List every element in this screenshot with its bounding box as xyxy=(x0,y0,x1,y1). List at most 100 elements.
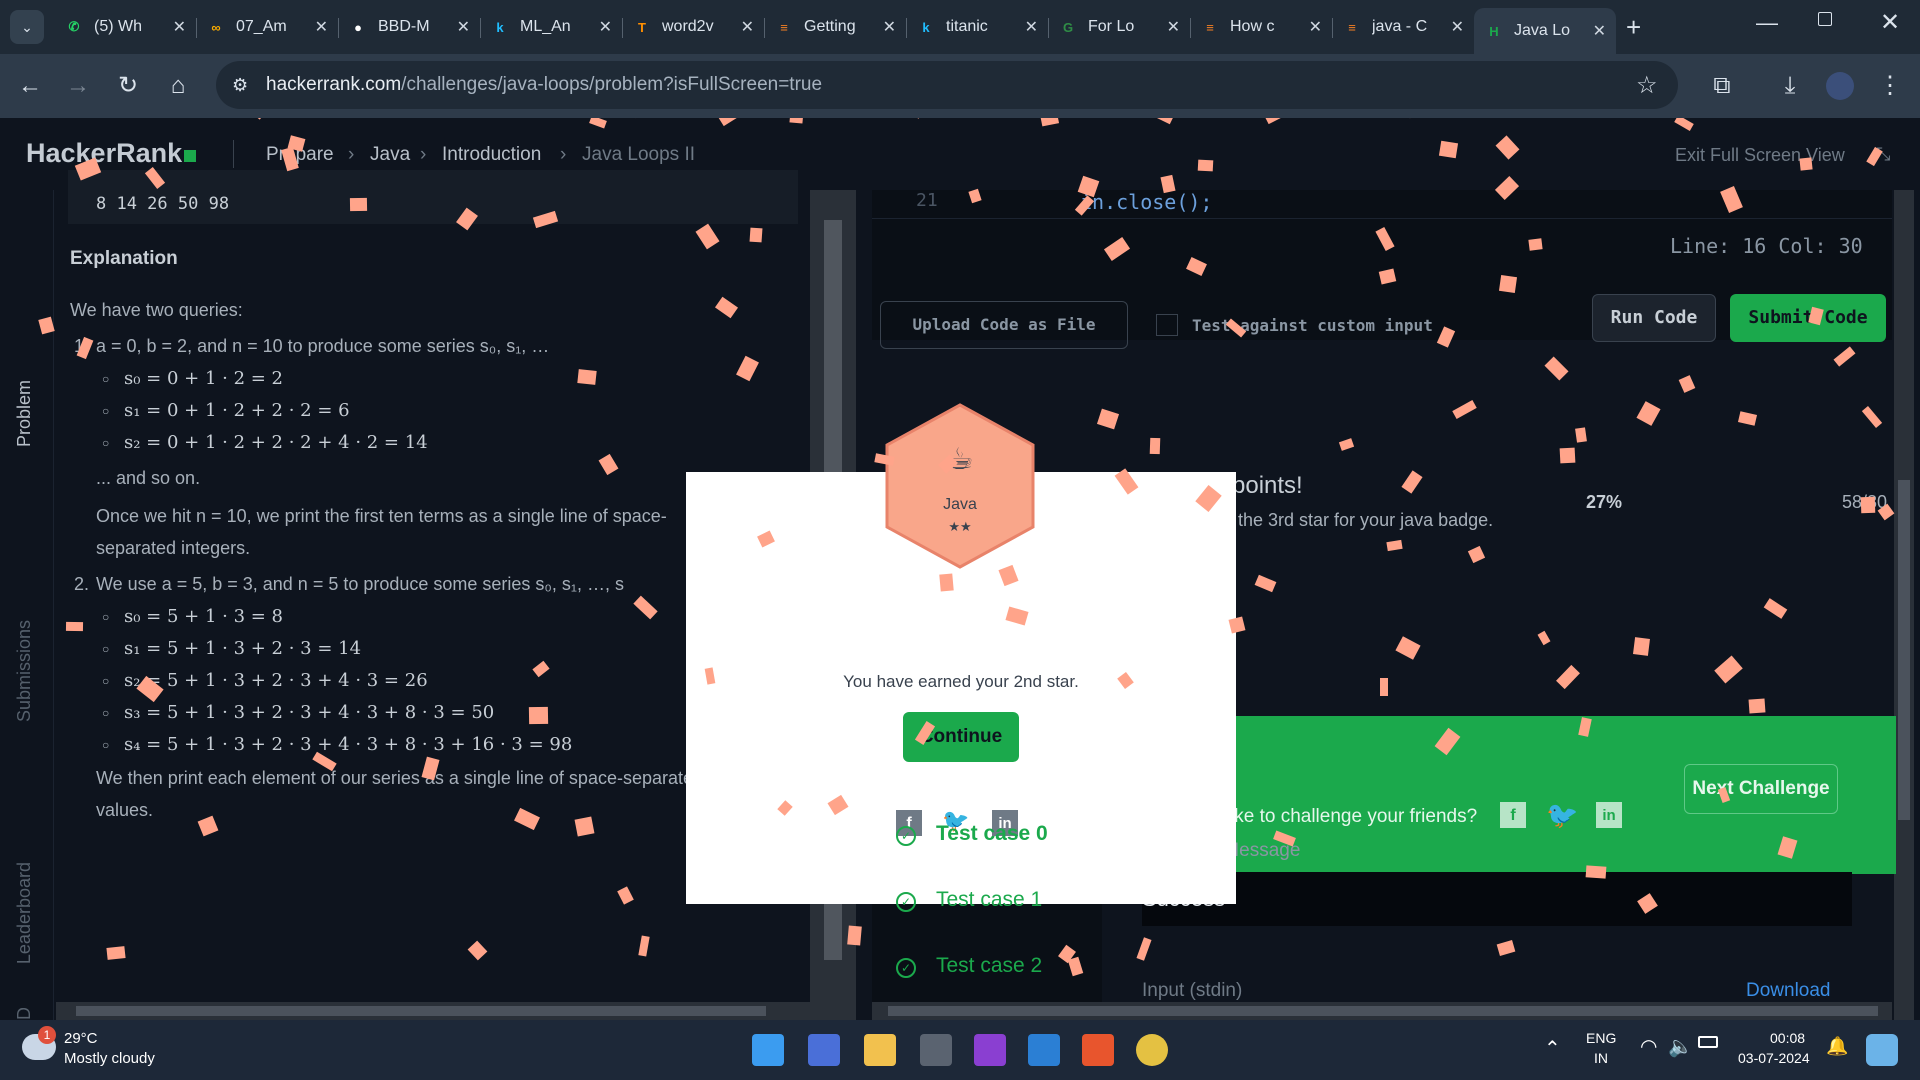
intellij-icon[interactable] xyxy=(974,1034,1006,1066)
bullet-icon: ○ xyxy=(102,372,110,386)
download-link[interactable]: Download xyxy=(1746,980,1831,1002)
close-tab-icon[interactable]: ✕ xyxy=(1451,17,1464,37)
clock-time[interactable]: 00:08 xyxy=(1770,1030,1805,1046)
bookmark-star-icon[interactable]: ☆ xyxy=(1636,71,1658,100)
browser-tab[interactable]: ≡ Getting ✕ xyxy=(764,8,906,46)
challenge-text: ike to challenge your friends? xyxy=(1230,806,1478,827)
editor-vscrollbar[interactable] xyxy=(1894,190,1914,1020)
tab-leaderboard[interactable]: Leaderboard xyxy=(14,862,35,964)
lang-label[interactable]: ENG xyxy=(1586,1030,1616,1046)
browser-tab[interactable]: G For Lo ✕ xyxy=(1048,8,1190,46)
restore-button[interactable] xyxy=(1818,12,1832,26)
java-badge-icon: ☕ Java ★★ xyxy=(885,403,1035,569)
brave-icon[interactable] xyxy=(1082,1034,1114,1066)
close-tab-icon[interactable]: ✕ xyxy=(883,17,896,37)
facebook-icon[interactable]: f xyxy=(1500,802,1526,828)
exit-fullscreen-link[interactable]: Exit Full Screen View xyxy=(1675,145,1845,166)
hackerrank-logo[interactable]: HackerRank xyxy=(26,138,197,169)
twitter-icon[interactable]: 🐦 xyxy=(1546,800,1578,831)
code-line: in.close(); xyxy=(1080,190,1213,214)
forward-arrow-icon[interactable]: → xyxy=(62,70,94,102)
tab-separator xyxy=(1048,18,1049,38)
tray-chevron-icon[interactable]: ⌃ xyxy=(1544,1036,1561,1061)
close-tab-icon[interactable]: ✕ xyxy=(1593,21,1606,41)
browser-tab[interactable]: ≡ How c ✕ xyxy=(1190,8,1332,46)
reload-icon[interactable]: ↻ xyxy=(112,70,144,102)
browser-tab[interactable]: k titanic ✕ xyxy=(906,8,1048,46)
browser-tab[interactable]: H Java Lo ✕ xyxy=(1474,8,1616,54)
vscode-icon[interactable] xyxy=(1028,1034,1060,1066)
app-icon[interactable] xyxy=(920,1034,952,1066)
list-number: 2. xyxy=(74,574,90,594)
region-label: IN xyxy=(1594,1050,1608,1066)
tab-separator xyxy=(622,18,623,38)
back-arrow-icon[interactable]: ← xyxy=(14,70,46,102)
chrome-menu-icon[interactable]: ⋮ xyxy=(1874,70,1906,102)
intro-text: We have two queries: xyxy=(70,300,243,320)
file-explorer-icon[interactable] xyxy=(864,1034,896,1066)
breadcrumb-introduction[interactable]: Introduction xyxy=(442,144,541,166)
upload-file-button[interactable]: Upload Code as File xyxy=(880,301,1128,349)
confetti-piece xyxy=(349,197,368,212)
browser-tab[interactable]: ● BBD-M ✕ xyxy=(338,8,480,46)
close-tab-icon[interactable]: ✕ xyxy=(457,17,470,37)
browser-tab[interactable]: k ML_An ✕ xyxy=(480,8,622,46)
site-info-icon[interactable]: ⚙ xyxy=(232,75,248,96)
browser-tab[interactable]: ∞ 07_Am ✕ xyxy=(196,8,338,46)
console-hscrollbar[interactable] xyxy=(872,1002,1892,1020)
sample-output-text: 8 14 26 50 98 xyxy=(96,194,230,214)
close-tab-icon[interactable]: ✕ xyxy=(599,17,612,37)
close-tab-icon[interactable]: ✕ xyxy=(741,17,754,37)
problem-hscrollbar[interactable] xyxy=(56,1002,810,1020)
run-code-button[interactable]: Run Code xyxy=(1592,294,1716,342)
app-icon[interactable] xyxy=(808,1034,840,1066)
linkedin-icon[interactable]: in xyxy=(1596,802,1622,828)
tab-search-button[interactable]: ⌄ xyxy=(10,10,44,44)
close-tab-icon[interactable]: ✕ xyxy=(1025,17,1038,37)
browser-tab[interactable]: ≡ java - C ✕ xyxy=(1332,8,1474,46)
close-tab-icon[interactable]: ✕ xyxy=(173,17,186,37)
next-challenge-button[interactable]: Next Challenge xyxy=(1684,764,1838,814)
chrome-icon[interactable] xyxy=(1136,1034,1168,1066)
extensions-icon[interactable]: ⧉ xyxy=(1706,70,1738,102)
home-icon[interactable]: ⌂ xyxy=(162,70,194,102)
notification-bell-icon[interactable]: 🔔 xyxy=(1826,1036,1848,1057)
confetti-piece xyxy=(1380,678,1388,696)
tab-title: BBD-M xyxy=(378,18,430,35)
breadcrumb-current: Java Loops II xyxy=(582,144,696,165)
wifi-icon[interactable]: ◠ xyxy=(1640,1034,1657,1059)
confetti-piece xyxy=(1799,157,1813,171)
tab-discussions[interactable]: Discussions xyxy=(14,1008,35,1020)
browser-tab[interactable]: ✆ (5) Wh ✕ xyxy=(54,8,196,46)
close-window-button[interactable]: ✕ xyxy=(1880,8,1900,37)
test-case-item[interactable]: Test case 1 xyxy=(936,888,1042,912)
url-path: /challenges/java-loops/problem?isFullScr… xyxy=(401,74,823,95)
close-tab-icon[interactable]: ✕ xyxy=(1167,17,1180,37)
close-tab-icon[interactable]: ✕ xyxy=(1309,17,1322,37)
minimize-button[interactable]: — xyxy=(1756,10,1778,36)
battery-icon[interactable] xyxy=(1698,1036,1718,1048)
start-menu-icon[interactable] xyxy=(752,1034,784,1066)
copilot-icon[interactable] xyxy=(1866,1034,1898,1066)
stackoverflow-icon: ≡ xyxy=(780,19,788,35)
hackerrank-page: HackerRank Prepare › Java › Introduction… xyxy=(0,118,1920,1020)
confetti-piece xyxy=(749,227,763,243)
series-term: s₂ = 5 + 1 · 3 + 2 · 3 + 4 · 3 = 26 xyxy=(124,670,428,691)
profile-avatar[interactable] xyxy=(1826,72,1854,100)
new-tab-button[interactable]: + xyxy=(1626,12,1641,43)
test-case-item[interactable]: Test case 0 xyxy=(936,822,1048,846)
query-1-text: a = 0, b = 2, and n = 10 to produce some… xyxy=(96,336,550,356)
submit-code-button[interactable]: Submit Code xyxy=(1730,294,1886,342)
url-host: hackerrank.com xyxy=(266,74,402,95)
address-bar[interactable]: ⚙ hackerrank.com/challenges/java-loops/p… xyxy=(216,61,1678,109)
volume-icon[interactable]: 🔈 xyxy=(1668,1034,1693,1059)
confetti-piece xyxy=(106,946,126,960)
tab-problem[interactable]: Problem xyxy=(14,380,35,447)
downloads-icon[interactable]: ⤓ xyxy=(1774,70,1806,102)
breadcrumb-java[interactable]: Java xyxy=(370,144,410,166)
test-case-item[interactable]: Test case 2 xyxy=(936,954,1042,978)
browser-tab[interactable]: Tword2v ✕ xyxy=(622,8,764,46)
custom-input-checkbox[interactable] xyxy=(1156,314,1178,336)
close-tab-icon[interactable]: ✕ xyxy=(315,17,328,37)
tab-submissions[interactable]: Submissions xyxy=(14,620,35,722)
